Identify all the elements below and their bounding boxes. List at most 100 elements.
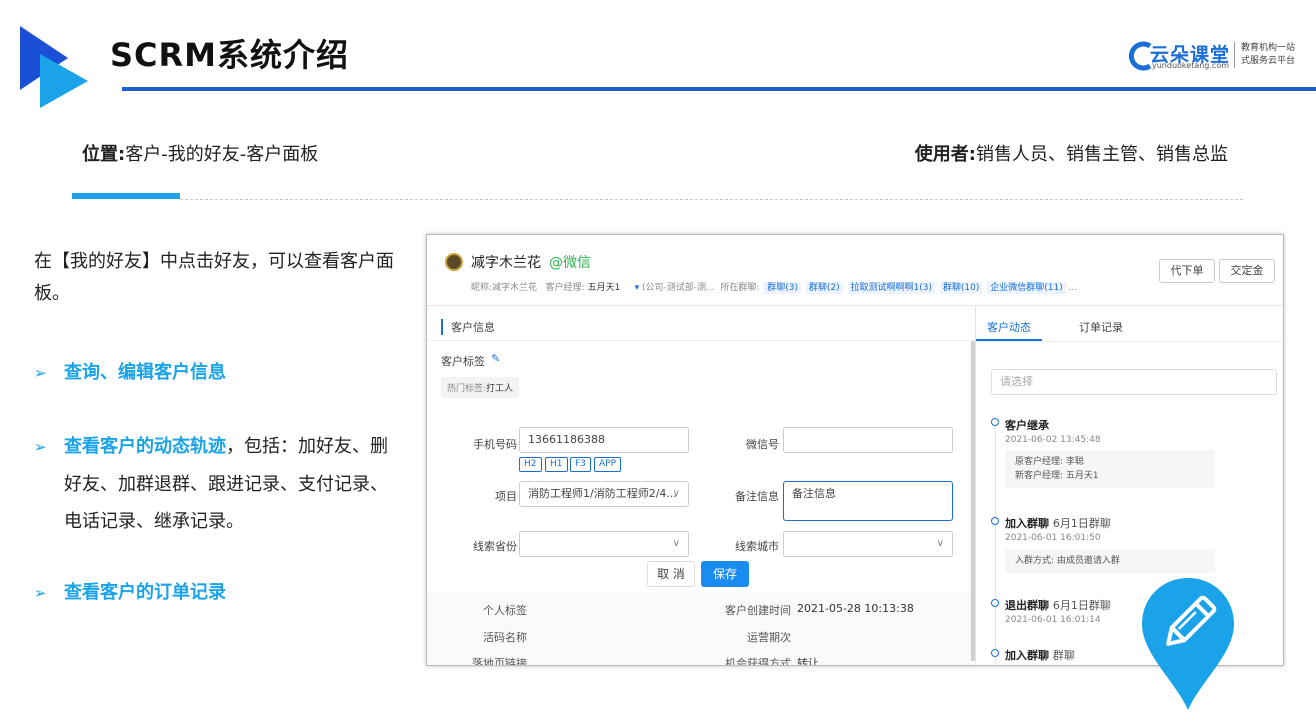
header-divider: [427, 305, 1283, 306]
event-title: 加入群聊: [1005, 517, 1049, 530]
group-tag[interactable]: 群聊(2): [805, 282, 843, 294]
hot-tag-label: 热门标签:: [447, 384, 487, 394]
event-type-select[interactable]: 请选择: [991, 369, 1277, 395]
timeline-line: [995, 421, 996, 665]
pay-deposit-button[interactable]: 交定金: [1219, 259, 1275, 283]
location-line: 位置:客户-我的好友-客户面板: [82, 140, 318, 166]
timeline-dot-icon: [991, 418, 999, 426]
event-title: 加入群聊: [1005, 649, 1049, 662]
group-tag[interactable]: 群聊(3): [764, 282, 802, 294]
place-order-button[interactable]: 代下单: [1159, 259, 1215, 283]
customer-tags-label: 客户标签: [441, 355, 485, 368]
bullet-edit-info-text: 查询、编辑客户信息: [64, 362, 226, 383]
phone-chip[interactable]: APP: [594, 457, 622, 472]
city-select[interactable]: ∨: [783, 531, 953, 557]
wechat-input[interactable]: [783, 427, 953, 453]
location-label: 位置:: [82, 144, 126, 165]
event-detail-line: 新客户经理: 五月天1: [1015, 471, 1099, 481]
user-value: 销售人员、销售主管、销售总监: [976, 144, 1228, 165]
section-divider: [427, 340, 975, 341]
save-button[interactable]: 保存: [701, 561, 749, 587]
timeline-event-time: 2021-06-01 16:01:50: [1005, 533, 1101, 543]
timeline-event-title: 客户继承: [1005, 417, 1049, 433]
chevron-down-icon: ∨: [672, 538, 680, 549]
timeline-dot-icon: [991, 649, 999, 657]
chevron-down-icon: ∨: [936, 538, 944, 549]
section-title: 客户信息: [441, 319, 495, 335]
manager-label: 客户经理:: [545, 283, 585, 293]
slide: SCRM系统介绍 云朵课堂 yunduoketang.com 教育机构一站 式服…: [0, 0, 1316, 722]
nick-value: 减字木兰花: [492, 283, 538, 293]
edit-pencil-icon[interactable]: ✎: [491, 352, 500, 365]
timeline-dot-icon: [991, 517, 999, 525]
bullet-orders-text: 查看客户的订单记录: [64, 582, 226, 603]
phone-chip[interactable]: H1: [545, 457, 568, 472]
event-detail-line: 入群方式: 由成员邀请入群: [1015, 556, 1120, 566]
remark-textarea[interactable]: 备注信息: [783, 481, 953, 521]
caret-down-icon[interactable]: ▾: [635, 283, 640, 293]
event-detail-line: 原客户经理: 李聪: [1015, 457, 1084, 467]
avatar[interactable]: [445, 253, 463, 271]
arrow-bullet-icon: ➢: [34, 584, 47, 602]
timeline-event-time: 2021-06-01 16:01:14: [1005, 615, 1101, 625]
brand-url: yunduoketang.com: [1152, 61, 1230, 70]
brand-slogan-line2: 式服务云平台: [1241, 56, 1296, 66]
location-value: 客户-我的好友-客户面板: [125, 144, 319, 165]
event-subtitle: 6月1日群聊: [1052, 517, 1111, 530]
groups-label: 所在群聊:: [720, 283, 760, 293]
page-title: SCRM系统介绍: [110, 36, 350, 74]
timeline-event-title: 退出群聊 6月1日群聊: [1005, 597, 1111, 613]
project-label: 项目: [495, 490, 517, 503]
group-tag[interactable]: 群聊(10): [939, 282, 983, 294]
province-label: 线索省份: [473, 540, 517, 553]
hot-tag[interactable]: 热门标签:打工人: [441, 377, 520, 398]
group-tag[interactable]: 拉取测试啊啊啊1(3): [847, 282, 936, 294]
bullet-orders: ➢ 查看客户的订单记录: [34, 574, 399, 612]
hot-tag-value: 打工人: [486, 384, 514, 394]
nick-label: 昵称:: [471, 283, 493, 293]
timeline-dot-icon: [991, 599, 999, 607]
cancel-button[interactable]: 取 消: [647, 561, 695, 587]
chevron-down-icon: ∨: [672, 488, 680, 499]
phone-chip[interactable]: H2: [519, 457, 542, 472]
created-time-label: 客户创建时间: [725, 604, 791, 617]
manager-value: 五月天1: [587, 283, 621, 293]
wechat-badge: @微信: [549, 255, 591, 271]
brand-slogan: 教育机构一站 式服务云平台: [1241, 42, 1307, 68]
timeline-event-time: 2021-06-02 13:45:48: [1005, 435, 1101, 445]
wechat-label: 微信号: [746, 438, 779, 451]
customer-name: 减字木兰花: [471, 255, 541, 271]
brand-divider: [1234, 42, 1235, 68]
column-divider: [975, 305, 976, 665]
bullet-dynamic-track-highlight: 查看客户的动态轨迹: [64, 436, 226, 457]
chance-value: 转让: [797, 657, 819, 666]
tab-divider: [976, 341, 1283, 342]
group-tag[interactable]: 企业微信群聊(11): [987, 282, 1066, 294]
chance-label: 机会获得方式: [725, 657, 791, 666]
timeline-event-detail: 入群方式: 由成员邀请入群: [1005, 549, 1215, 573]
intro-text: 在【我的好友】中点击好友，可以查看客户面板。: [34, 251, 394, 304]
groups-more[interactable]: ...: [1069, 283, 1078, 293]
province-select[interactable]: ∨: [519, 531, 689, 557]
personal-tag-label: 个人标签: [483, 604, 527, 617]
project-select[interactable]: 消防工程师1/消防工程师2/4... ∨: [519, 481, 689, 507]
timeline-event-title: 加入群聊 6月1日群聊: [1005, 515, 1111, 531]
tab-order-records[interactable]: 订单记录: [1079, 319, 1123, 335]
user-line: 使用者:销售人员、销售主管、销售总监: [915, 140, 1228, 166]
section-accent-bar: [72, 193, 180, 199]
phone-input[interactable]: 13661186388: [519, 427, 689, 453]
bullet-dynamic-track: ➢ 查看客户的动态轨迹，包括：加好友、删好友、加群退群、跟进记录、支付记录、电话记…: [34, 428, 399, 540]
user-label: 使用者:: [914, 144, 976, 165]
pencil-pin-icon: [1142, 578, 1234, 710]
dashed-divider: [180, 199, 1243, 200]
department-value: (公司-测试部-测...: [642, 283, 715, 293]
phone-label: 手机号码: [473, 438, 517, 451]
bullet-edit-info: ➢ 查询、编辑客户信息: [34, 354, 399, 392]
tab-customer-dynamic[interactable]: 客户动态: [987, 319, 1031, 335]
event-subtitle: 6月1日群聊: [1052, 599, 1111, 612]
arrow-bullet-icon: ➢: [34, 438, 47, 456]
landing-page-label: 落地页链接: [472, 657, 527, 666]
arrow-bullet-icon: ➢: [34, 364, 47, 382]
phone-chip[interactable]: F3: [570, 457, 591, 472]
brand-slogan-line1: 教育机构一站: [1241, 43, 1296, 53]
